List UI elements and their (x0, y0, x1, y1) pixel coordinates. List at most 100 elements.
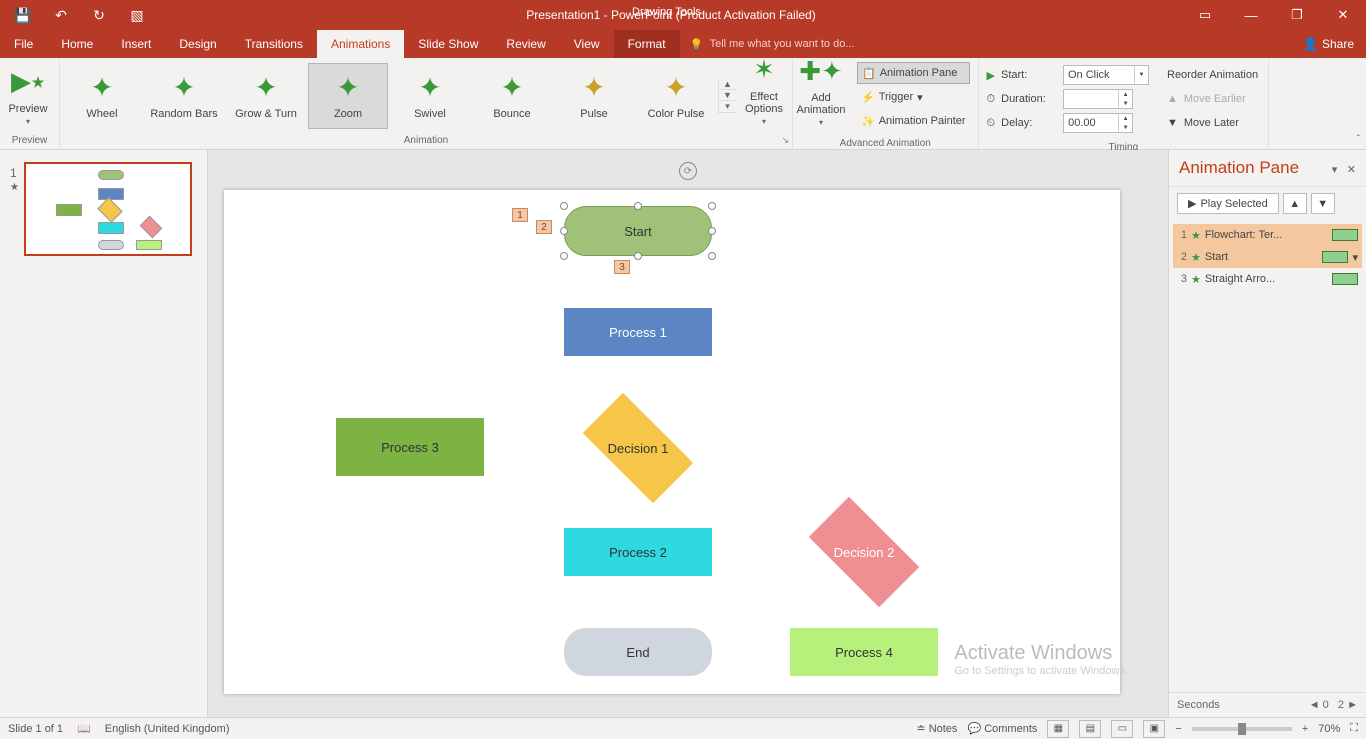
item-label: Straight Arro... (1205, 273, 1328, 285)
add-animation-label: AddAnimation (797, 92, 846, 116)
shape-process2[interactable]: Process 2 (564, 528, 712, 576)
anim-color-pulse[interactable]: ✦Color Pulse (636, 63, 716, 129)
anim-item-3[interactable]: 3★Straight Arro... (1173, 268, 1362, 290)
tab-transitions[interactable]: Transitions (231, 30, 317, 58)
undo-icon[interactable]: ↶ (44, 0, 78, 30)
anim-grow-turn[interactable]: ✦Grow & Turn (226, 63, 306, 129)
shape-start[interactable]: Start (564, 206, 712, 256)
shape-process4[interactable]: Process 4 (790, 628, 938, 676)
tab-animations[interactable]: Animations (317, 30, 404, 58)
star-icon: ✦ (418, 71, 441, 104)
zoom-out-button[interactable]: − (1175, 723, 1181, 735)
maximize-icon[interactable]: ❐ (1274, 0, 1320, 30)
anim-label: Pulse (580, 108, 608, 120)
anim-wheel[interactable]: ✦Wheel (62, 63, 142, 129)
gallery-down[interactable]: ▼ (719, 90, 736, 101)
pane-close-icon[interactable]: ✕ (1347, 164, 1356, 176)
zoom-slider[interactable] (1192, 727, 1292, 731)
anim-pulse[interactable]: ✦Pulse (554, 63, 634, 129)
item-menu-icon[interactable]: ▾ (1352, 251, 1358, 264)
spellcheck-icon[interactable]: 📖 (77, 722, 91, 735)
preview-button[interactable]: ▶⭑ Preview (0, 60, 56, 132)
star-icon: ✦ (254, 71, 277, 104)
redo-icon[interactable]: ↻ (82, 0, 116, 30)
comments-button[interactable]: 💬 Comments (967, 722, 1037, 735)
anim-item-2[interactable]: 2★Start▾ (1173, 246, 1362, 268)
anim-item-1[interactable]: 1★Flowchart: Ter... (1173, 224, 1362, 246)
move-down-button[interactable]: ▼ (1311, 193, 1335, 214)
anim-tag-3[interactable]: 3 (614, 260, 630, 274)
start-from-beginning-icon[interactable]: ▧ (120, 0, 154, 30)
shape-decision1[interactable]: Decision 1 (568, 408, 708, 488)
slide-thumb-1[interactable]: 1 ★ (24, 162, 192, 256)
move-earlier-label: Move Earlier (1184, 93, 1246, 105)
reading-view-icon[interactable]: ▭ (1111, 720, 1133, 738)
add-animation-icon: ✚✦ (799, 56, 843, 86)
anim-label: Swivel (414, 108, 446, 120)
start-value: On Click (1068, 69, 1110, 81)
tab-review[interactable]: Review (492, 30, 559, 58)
shape-process3[interactable]: Process 3 (336, 418, 484, 476)
tab-file[interactable]: File (0, 30, 47, 58)
language-indicator[interactable]: English (United Kingdom) (105, 723, 230, 735)
move-later-button[interactable]: ▼ Move Later (1167, 112, 1258, 134)
anim-bounce[interactable]: ✦Bounce (472, 63, 552, 129)
process2-text: Process 2 (609, 545, 667, 560)
tab-insert[interactable]: Insert (107, 30, 165, 58)
timing-bar (1332, 229, 1358, 241)
save-icon[interactable]: 💾 (6, 0, 40, 30)
item-index: 2 (1177, 251, 1187, 263)
shape-decision2[interactable]: Decision 2 (794, 512, 934, 592)
zoom-in-button[interactable]: + (1302, 723, 1308, 735)
anim-zoom[interactable]: ✦Zoom (308, 63, 388, 129)
rotation-handle-icon[interactable]: ⟳ (679, 162, 697, 180)
shape-process1[interactable]: Process 1 (564, 308, 712, 356)
timing-bar (1332, 273, 1358, 285)
anim-tag-2[interactable]: 2 (536, 220, 552, 234)
delay-field[interactable]: 00.00▲▼ (1063, 113, 1133, 133)
sorter-view-icon[interactable]: ▤ (1079, 720, 1101, 738)
tab-view[interactable]: View (560, 30, 614, 58)
gallery-more[interactable]: ▾ (719, 101, 736, 113)
tab-slideshow[interactable]: Slide Show (404, 30, 492, 58)
play-selected-button[interactable]: ▶ Play Selected (1177, 193, 1279, 214)
animation-pane-label: Animation Pane (880, 67, 958, 79)
slide-canvas[interactable]: Start 1 2 3 Process 1 Decision 1 Process… (224, 190, 1120, 694)
zoom-value[interactable]: 70% (1318, 723, 1340, 735)
close-icon[interactable]: ✕ (1320, 0, 1366, 30)
reorder-col: Reorder Animation ▲ Move Earlier ▼ Move … (1157, 58, 1268, 140)
shape-end[interactable]: End (564, 628, 712, 676)
notes-button[interactable]: ≐ Notes (916, 722, 957, 735)
anim-tag-1[interactable]: 1 (512, 208, 528, 222)
ribbon-display-icon[interactable]: ▭ (1182, 0, 1228, 30)
animation-painter-button[interactable]: ✨ Animation Painter (857, 110, 970, 132)
share-button[interactable]: 👤 Share (1291, 30, 1366, 58)
duration-field[interactable]: ▲▼ (1063, 89, 1133, 109)
move-up-button[interactable]: ▲ (1283, 193, 1307, 214)
thumb-number: 1 (10, 166, 17, 180)
gallery-up[interactable]: ▲ (719, 79, 736, 90)
effect-options-button[interactable]: ✶ EffectOptions (736, 60, 792, 132)
add-animation-button[interactable]: ✚✦ AddAnimation (793, 61, 849, 133)
fit-to-window-icon[interactable]: ⛶ (1350, 722, 1358, 735)
tab-format[interactable]: Format (614, 30, 680, 58)
tab-home[interactable]: Home (47, 30, 107, 58)
collapse-ribbon-icon[interactable]: ˆ (1357, 134, 1360, 145)
slideshow-view-icon[interactable]: ▣ (1143, 720, 1165, 738)
animation-launcher[interactable]: ↘ (781, 135, 789, 146)
star-icon: ★ (1191, 229, 1201, 242)
trigger-button[interactable]: ⚡ Trigger ▾ (857, 86, 970, 108)
normal-view-icon[interactable]: ▦ (1047, 720, 1069, 738)
move-earlier-button[interactable]: ▲ Move Earlier (1167, 88, 1258, 110)
contextual-tab-label: Drawing Tools (632, 6, 701, 18)
tab-design[interactable]: Design (165, 30, 230, 58)
title-bar: 💾 ↶ ↻ ▧ Presentation1 - PowerPoint (Prod… (0, 0, 1366, 30)
slide-thumbnails: 1 ★ (0, 150, 208, 717)
minimize-icon[interactable]: — (1228, 0, 1274, 30)
anim-swivel[interactable]: ✦ Swivel (390, 63, 470, 129)
group-timing: ▶Start: On Click▼ ⏱Duration: ▲▼ ⏲Delay: … (979, 58, 1270, 149)
start-select[interactable]: On Click▼ (1063, 65, 1149, 85)
pane-options-icon[interactable]: ▾ (1332, 164, 1338, 176)
animation-pane-button[interactable]: 📋 Animation Pane (857, 62, 970, 84)
anim-random-bars[interactable]: ✦Random Bars (144, 63, 224, 129)
